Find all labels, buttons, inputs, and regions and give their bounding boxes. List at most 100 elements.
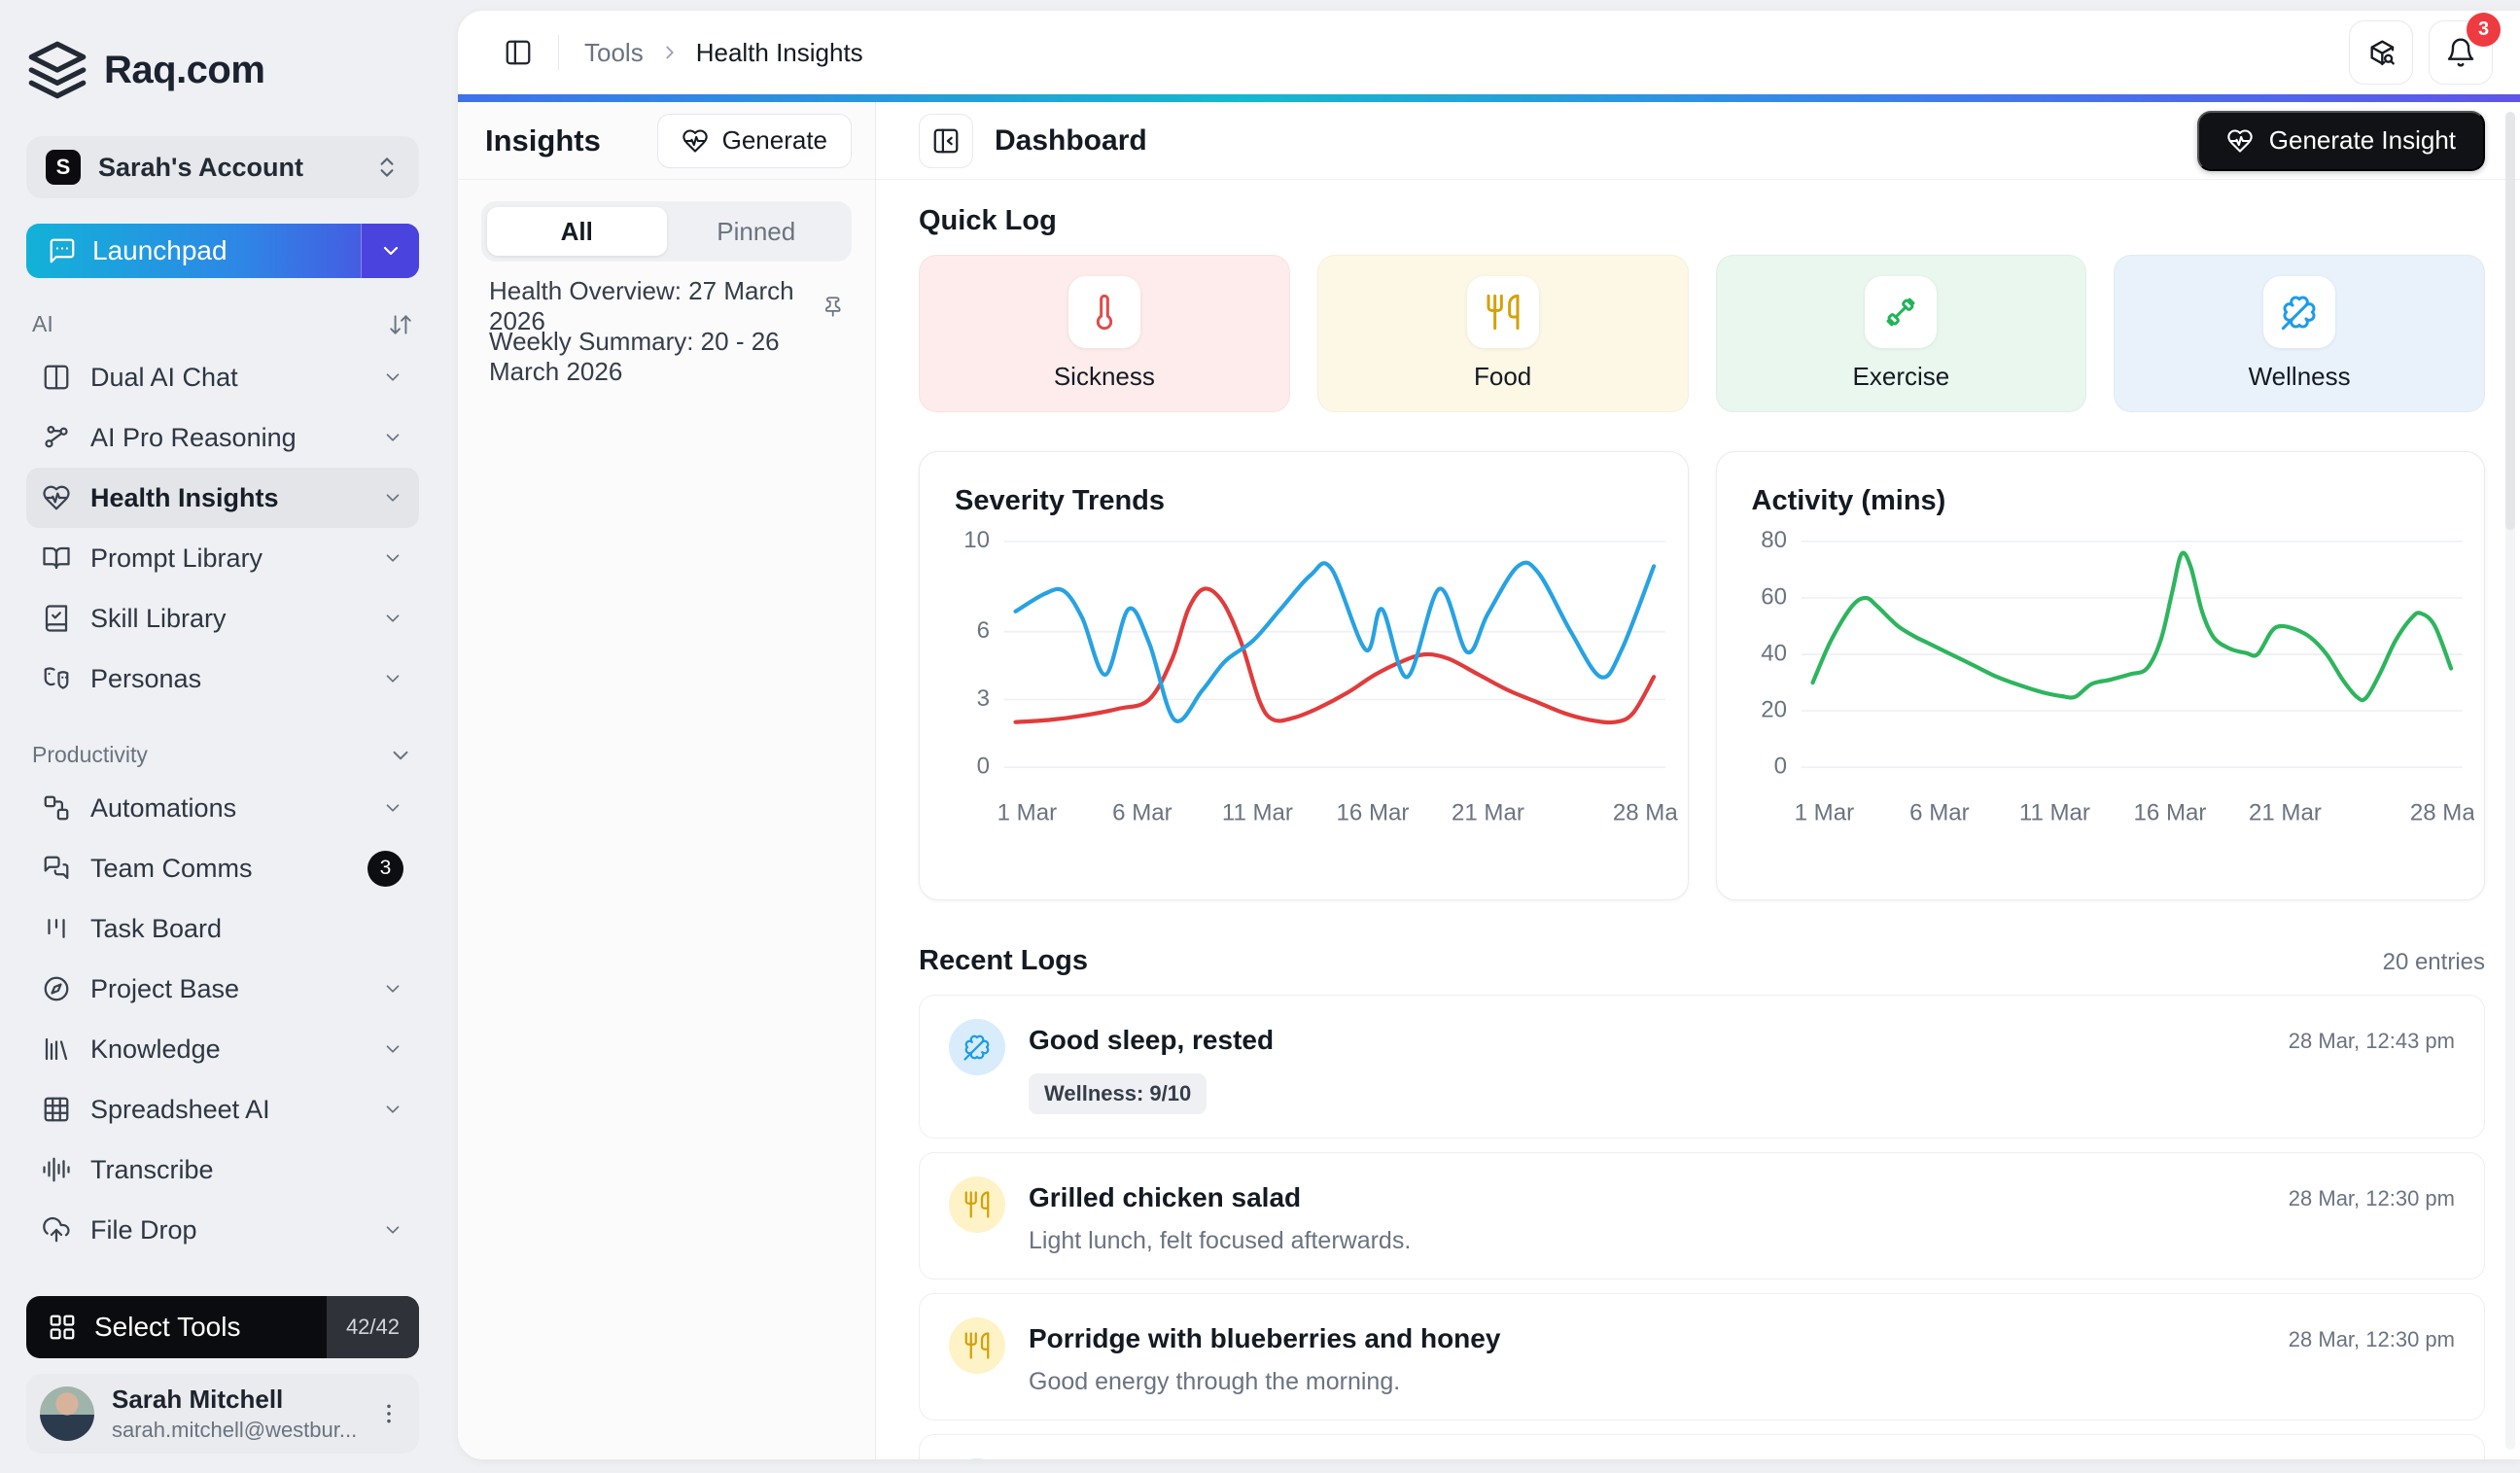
insight-list-item[interactable]: Weekly Summary: 20 - 26 March 2026 bbox=[481, 332, 852, 382]
account-switcher[interactable]: S Sarah's Account bbox=[26, 136, 419, 198]
panel-left-close-icon bbox=[931, 126, 961, 156]
sidebar-item-project-base[interactable]: Project Base bbox=[26, 959, 419, 1019]
quick-log-cards: Sickness FoodExerciseWellness bbox=[919, 255, 2485, 412]
line-chart: 0204060801 Mar6 Mar11 Mar16 Mar21 Mar28 … bbox=[1742, 523, 2475, 859]
quick-log-card-wellness[interactable]: Wellness bbox=[2114, 255, 2485, 412]
select-tools-main[interactable]: Select Tools bbox=[26, 1296, 327, 1358]
sidebar-item-knowledge[interactable]: Knowledge bbox=[26, 1019, 419, 1079]
sidebar-item-label: Spreadsheet AI bbox=[90, 1095, 363, 1125]
content-card: Tools Health Insights 3 Insights bbox=[458, 11, 2520, 1459]
pin-icon bbox=[822, 294, 844, 319]
line-chart: 036101 Mar6 Mar11 Mar16 Mar21 Mar28 Mar bbox=[945, 523, 1678, 859]
launchpad-main[interactable]: Launchpad bbox=[26, 224, 361, 278]
svg-text:21 Mar: 21 Mar bbox=[1452, 800, 1524, 826]
sidebar-bottom: Select Tools 42/42 Sarah Mitchell sarah.… bbox=[26, 1296, 419, 1454]
kebab-menu-icon[interactable] bbox=[376, 1401, 402, 1426]
insights-title: Insights bbox=[485, 123, 601, 158]
svg-text:1 Mar: 1 Mar bbox=[1794, 800, 1853, 826]
clover-icon bbox=[2280, 293, 2319, 332]
chevron-down-icon bbox=[382, 608, 403, 629]
scrollbar-thumb[interactable] bbox=[2505, 112, 2515, 530]
breadcrumb-parent[interactable]: Tools bbox=[584, 38, 644, 68]
quick-log-card-exercise[interactable]: Exercise bbox=[1716, 255, 2087, 412]
sidebar-toggle-button[interactable] bbox=[496, 30, 541, 75]
sidebar-item-transcribe[interactable]: Transcribe bbox=[26, 1140, 419, 1200]
sidebar-item-team-comms[interactable]: Team Comms3 bbox=[26, 838, 419, 898]
sidebar-item-health-insights[interactable]: Health Insights bbox=[26, 468, 419, 528]
library-icon bbox=[42, 1035, 71, 1064]
sidebar-section-header[interactable]: Productivity bbox=[32, 742, 413, 768]
launchpad-dropdown[interactable] bbox=[361, 224, 419, 278]
log-title: Good sleep, rested bbox=[1029, 1025, 2265, 1056]
sidebar-item-prompt-library[interactable]: Prompt Library bbox=[26, 528, 419, 588]
select-tools-button[interactable]: Select Tools 42/42 bbox=[26, 1296, 419, 1358]
messages-icon bbox=[42, 854, 71, 883]
sidebar-item-skill-library[interactable]: Skill Library bbox=[26, 588, 419, 649]
launchpad-label: Launchpad bbox=[92, 235, 228, 266]
recent-logs-count: 20 entries bbox=[2383, 949, 2485, 976]
log-category-icon bbox=[949, 1176, 1005, 1233]
insight-list-item[interactable]: Health Overview: 27 March 2026 bbox=[481, 281, 852, 332]
quick-log-icon-tile bbox=[1467, 276, 1539, 348]
notifications-button[interactable]: 3 bbox=[2429, 20, 2493, 85]
compass-icon bbox=[42, 974, 71, 1003]
insight-item-label: Weekly Summary: 20 - 26 March 2026 bbox=[489, 327, 844, 387]
layout-grid-icon bbox=[48, 1313, 77, 1342]
user-card[interactable]: Sarah Mitchell sarah.mitchell@westbur... bbox=[26, 1374, 419, 1454]
sidebar-item-personas[interactable]: Personas bbox=[26, 649, 419, 709]
sidebar-item-label: Health Insights bbox=[90, 483, 363, 513]
log-timestamp: 28 Mar, 12:43 pm bbox=[2289, 1029, 2455, 1054]
utensils-icon bbox=[962, 1190, 992, 1219]
quick-log-card-sickness[interactable]: Sickness bbox=[919, 255, 1290, 412]
sidebar-item-dual-ai-chat[interactable]: Dual AI Chat bbox=[26, 347, 419, 407]
log-entry[interactable]: Good sleep, rested Wellness: 9/10 28 Mar, … bbox=[919, 995, 2485, 1139]
select-tools-label: Select Tools bbox=[94, 1312, 240, 1343]
svg-text:10: 10 bbox=[963, 527, 990, 553]
log-body: Porridge with blueberries and honeyGood … bbox=[1029, 1317, 2265, 1396]
recent-logs-header: Recent Logs 20 entries bbox=[919, 945, 2485, 977]
insights-panel: Insights Generate AllPinned Health Overv… bbox=[458, 102, 876, 1459]
sidebar-item-task-board[interactable]: Task Board bbox=[26, 898, 419, 959]
tab-all[interactable]: All bbox=[487, 207, 667, 256]
quick-log-card-food[interactable]: Food bbox=[1317, 255, 1689, 412]
log-entry[interactable]: Morning bbox=[919, 1434, 2485, 1459]
sidebar-item-spreadsheet-ai[interactable]: Spreadsheet AI bbox=[26, 1079, 419, 1140]
generate-insight-button[interactable]: Generate Insight bbox=[2197, 111, 2485, 171]
quick-log-heading: Quick Log bbox=[919, 205, 2485, 237]
chart-card: Activity (mins)0204060801 Mar6 Mar11 Mar… bbox=[1716, 451, 2486, 900]
generate-label: Generate bbox=[722, 125, 827, 156]
scrollbar-track[interactable] bbox=[2505, 112, 2515, 1450]
launchpad-button[interactable]: Launchpad bbox=[26, 224, 419, 278]
log-score-badge: Wellness: 9/10 bbox=[1029, 1073, 1207, 1114]
sidebar-item-label: Team Comms bbox=[90, 854, 348, 884]
quick-log-card-label: Sickness bbox=[1054, 362, 1155, 392]
log-entry[interactable]: Grilled chicken saladLight lunch, felt f… bbox=[919, 1152, 2485, 1280]
book-check-icon bbox=[42, 604, 71, 633]
sidebar-item-file-drop[interactable]: File Drop bbox=[26, 1200, 419, 1260]
svg-text:80: 80 bbox=[1761, 527, 1787, 553]
account-initial-badge: S bbox=[46, 150, 81, 185]
sidebar-item-label: AI Pro Reasoning bbox=[90, 423, 363, 453]
series-green bbox=[1812, 553, 2451, 700]
chevron-down-icon bbox=[382, 797, 403, 819]
package-search-button[interactable] bbox=[2349, 20, 2413, 85]
quick-log-icon-tile bbox=[1068, 276, 1140, 348]
sidebar-item-label: Knowledge bbox=[90, 1035, 363, 1065]
log-entry[interactable]: Porridge with blueberries and honeyGood … bbox=[919, 1293, 2485, 1420]
drama-icon bbox=[42, 664, 71, 693]
quick-log-icon-tile bbox=[2263, 276, 2335, 348]
sidebar-item-ai-pro-reasoning[interactable]: AI Pro Reasoning bbox=[26, 407, 419, 468]
charts-row: Severity Trends036101 Mar6 Mar11 Mar16 M… bbox=[919, 451, 2485, 900]
heart-pulse-icon bbox=[682, 127, 709, 155]
chart-card: Severity Trends036101 Mar6 Mar11 Mar16 M… bbox=[919, 451, 1689, 900]
section-label: Productivity bbox=[32, 742, 148, 768]
sidebar-item-automations[interactable]: Automations bbox=[26, 778, 419, 838]
generate-button[interactable]: Generate bbox=[657, 114, 852, 168]
kanban-icon bbox=[42, 914, 71, 943]
tab-pinned[interactable]: Pinned bbox=[667, 207, 847, 256]
collapse-panel-button[interactable] bbox=[919, 114, 973, 168]
topbar-actions: 3 bbox=[2349, 20, 2493, 85]
chevron-down-icon bbox=[382, 1099, 403, 1120]
log-subtitle: Good energy through the morning. bbox=[1029, 1368, 2265, 1396]
accent-gradient-bar bbox=[458, 94, 2520, 102]
